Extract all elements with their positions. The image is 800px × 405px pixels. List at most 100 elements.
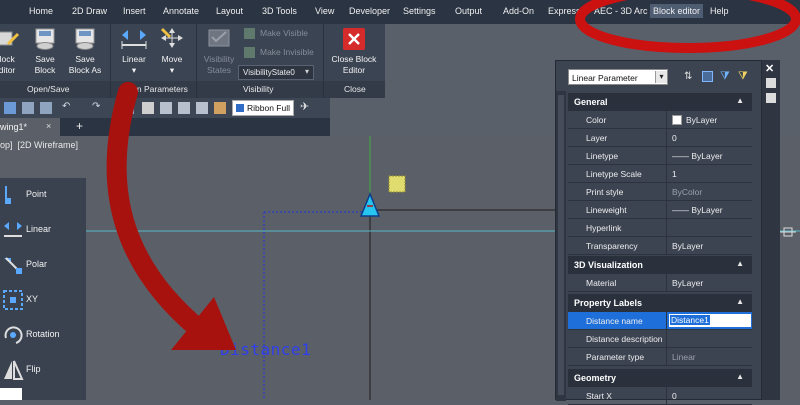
redo-icon[interactable]: ↷ bbox=[92, 101, 100, 112]
property-row[interactable]: Print style ByColor bbox=[568, 183, 752, 201]
scroll-thumb[interactable] bbox=[558, 95, 564, 395]
property-value[interactable]: 1 bbox=[672, 169, 677, 179]
grid-icon[interactable] bbox=[160, 102, 172, 114]
menu-2d-draw[interactable]: 2D Draw bbox=[72, 6, 107, 16]
ribbon-mode-select[interactable]: Ribbon Full bbox=[232, 100, 294, 116]
menu-add-on[interactable]: Add-On bbox=[503, 6, 534, 16]
plot-icon[interactable] bbox=[122, 102, 134, 114]
match-properties-icon[interactable] bbox=[214, 102, 226, 114]
menu-aec-3d[interactable]: AEC - 3D Arc bbox=[594, 6, 648, 16]
ribbon-separator bbox=[196, 24, 197, 98]
open-icon[interactable] bbox=[22, 102, 34, 114]
object-type-select[interactable]: Linear Parameter ▾ bbox=[568, 69, 668, 85]
property-row[interactable]: Lineweight —— ByLayer bbox=[568, 201, 752, 219]
property-row[interactable]: Color ByLayer bbox=[568, 111, 752, 129]
palette-xy[interactable]: XY bbox=[0, 283, 86, 318]
section-3d-visualization[interactable]: 3D Visualization ▲ bbox=[568, 256, 752, 274]
palette-flip[interactable]: Flip bbox=[0, 353, 86, 388]
move-dropdown-icon[interactable]: ▾ bbox=[167, 65, 177, 76]
palette-linear[interactable]: Linear bbox=[0, 213, 86, 248]
palette-rotation[interactable]: Rotation bbox=[0, 318, 86, 353]
property-row[interactable]: Hyperlink bbox=[568, 219, 752, 237]
undo-icon[interactable]: ↶ bbox=[62, 101, 70, 112]
property-value[interactable]: Linear bbox=[672, 352, 696, 362]
palette-point[interactable]: Point bbox=[0, 178, 86, 213]
property-row-selected[interactable]: Distance name Distance1 bbox=[568, 312, 752, 330]
toggle-pickadd-icon[interactable]: ⇅ bbox=[684, 71, 692, 82]
property-row[interactable]: Start X0 bbox=[568, 387, 752, 405]
move-action-button[interactable] bbox=[160, 27, 184, 49]
save-block-button[interactable] bbox=[33, 27, 57, 51]
menu-view[interactable]: View bbox=[315, 6, 334, 16]
property-value[interactable]: ByLayer bbox=[686, 115, 717, 125]
close-icon[interactable]: ✕ bbox=[765, 62, 774, 75]
menu-express-tools[interactable]: Express T bbox=[548, 6, 588, 16]
property-row[interactable]: Distance description bbox=[568, 330, 752, 348]
palette-label: Flip bbox=[26, 364, 41, 374]
palette-polar[interactable]: Polar bbox=[0, 248, 86, 283]
ribbon-separator bbox=[323, 24, 324, 98]
block-editor-button[interactable] bbox=[0, 28, 20, 50]
property-row[interactable]: Linetype Scale 1 bbox=[568, 165, 752, 183]
close-icon bbox=[348, 33, 360, 45]
customize-icon[interactable]: ✈ bbox=[300, 100, 309, 113]
parameter-grip-icon[interactable] bbox=[359, 192, 381, 217]
object-type-value: Linear Parameter bbox=[572, 73, 638, 83]
menu-help[interactable]: Help bbox=[710, 6, 729, 16]
menu-annotate[interactable]: Annotate bbox=[163, 6, 199, 16]
property-name: Distance description bbox=[586, 334, 663, 344]
property-value[interactable]: ByColor bbox=[672, 187, 702, 197]
parameter-label[interactable]: Distance1 bbox=[220, 340, 311, 359]
property-row[interactable]: Parameter type Linear bbox=[568, 348, 752, 366]
menu-insert[interactable]: Insert bbox=[123, 6, 146, 16]
property-row[interactable]: Transparency ByLayer bbox=[568, 237, 752, 255]
menu-settings[interactable]: Settings bbox=[403, 6, 436, 16]
quick-select-icon[interactable]: ⧩ bbox=[720, 70, 730, 83]
palette-next-item[interactable] bbox=[0, 388, 22, 400]
row-divider bbox=[666, 129, 667, 147]
menu-developer[interactable]: Developer bbox=[349, 6, 390, 16]
menu-home[interactable]: Home bbox=[29, 6, 53, 16]
property-value[interactable]: 0 bbox=[672, 133, 677, 143]
save-block-as-button[interactable] bbox=[73, 27, 97, 51]
add-tab-button[interactable]: + bbox=[76, 119, 83, 133]
save-icon[interactable] bbox=[40, 102, 52, 114]
visibility-state-select[interactable]: VisibilityState0 ▾ bbox=[238, 65, 314, 80]
property-value[interactable]: —— ByLayer bbox=[672, 151, 723, 161]
layer-icon[interactable] bbox=[4, 102, 16, 114]
close-block-editor-button[interactable] bbox=[343, 28, 365, 50]
property-row[interactable]: Material ByLayer bbox=[568, 274, 752, 292]
section-geometry[interactable]: Geometry ▲ bbox=[568, 369, 752, 387]
linear-dropdown-icon[interactable]: ▾ bbox=[129, 65, 139, 76]
distance-name-input[interactable]: Distance1 bbox=[668, 313, 752, 328]
lookup-grip[interactable] bbox=[388, 175, 406, 193]
section-general[interactable]: General ▲ bbox=[568, 93, 752, 111]
property-row[interactable]: Layer 0 bbox=[568, 129, 752, 147]
menu-layout[interactable]: Layout bbox=[216, 6, 243, 16]
section-property-labels[interactable]: Property Labels ▲ bbox=[568, 294, 752, 312]
menu-output[interactable]: Output bbox=[455, 6, 482, 16]
select-objects-icon[interactable] bbox=[702, 71, 713, 82]
drawing-tab[interactable]: wing1* × bbox=[0, 118, 60, 136]
property-value[interactable]: —— ByLayer bbox=[672, 205, 723, 215]
linear-parameter-button[interactable] bbox=[120, 27, 148, 49]
auto-hide-icon[interactable] bbox=[766, 78, 776, 88]
view-icon[interactable] bbox=[178, 102, 190, 114]
document-tab-strip: wing1* × + bbox=[0, 118, 330, 136]
print-icon[interactable] bbox=[142, 102, 154, 114]
row-divider bbox=[666, 348, 667, 366]
menu-bar: Home 2D Draw Insert Annotate Layout 3D T… bbox=[0, 0, 800, 24]
close-tab-icon[interactable]: × bbox=[46, 121, 51, 131]
property-row[interactable]: Linetype —— ByLayer bbox=[568, 147, 752, 165]
menu-3d-tools[interactable]: 3D Tools bbox=[262, 6, 297, 16]
filter-icon[interactable]: ⧩ bbox=[738, 70, 748, 83]
properties-icon[interactable] bbox=[196, 102, 208, 114]
make-visible-button[interactable]: Make Visible bbox=[260, 28, 308, 39]
property-value[interactable]: ByLayer bbox=[672, 241, 703, 251]
panel-visibility-title: Visibility bbox=[243, 84, 274, 94]
visibility-states-button[interactable] bbox=[206, 27, 232, 49]
menu-block-editor[interactable]: Block editor bbox=[650, 4, 704, 18]
make-invisible-button[interactable]: Make Invisible bbox=[260, 47, 314, 58]
properties-menu-icon[interactable] bbox=[766, 93, 776, 103]
property-value[interactable]: ByLayer bbox=[672, 278, 703, 288]
